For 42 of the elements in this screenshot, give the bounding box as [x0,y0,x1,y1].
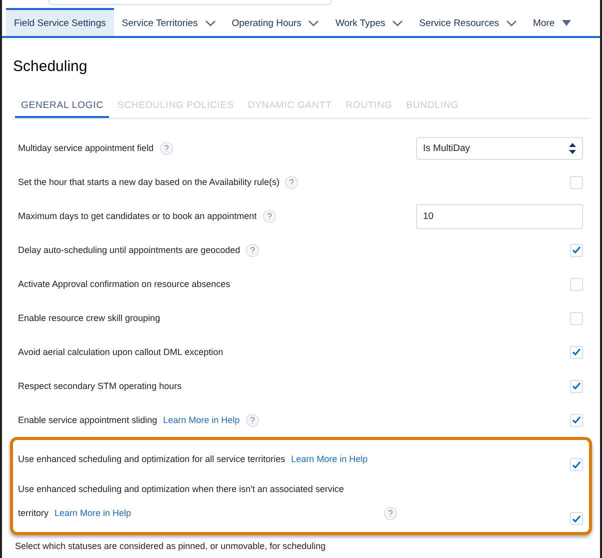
checkbox[interactable] [570,346,583,358]
setting-label: Maximum days to get candidates or to book an appointment [18,211,257,221]
setting-label: Enable resource crew skill grouping [18,313,160,323]
checkbox[interactable] [570,278,583,290]
help-icon[interactable] [262,210,276,222]
pinned-statuses-text: Select which statuses are considered as pinned, or unmovable, for scheduling [14,541,327,551]
checkbox[interactable] [570,380,583,392]
checkbox[interactable] [570,458,583,471]
section-tab[interactable]: GENERAL LOGIC [15,94,110,118]
setting-label: Set the hour that starts a new day based on the Availability rule(s) [18,177,280,187]
sort-arrows-icon [569,142,576,154]
help-icon[interactable] [246,414,259,426]
setting-label: Enable service appointment sliding [18,415,158,425]
search-field[interactable] [48,0,332,5]
nav-tab[interactable]: Service Resources [411,8,525,36]
max-days-field[interactable]: 10 [416,204,583,228]
nav-tab[interactable]: Operating Hours [224,8,328,36]
checkbox[interactable] [570,512,583,525]
help-icon[interactable] [246,244,260,256]
nav-tab[interactable]: Service Territories [114,8,224,36]
page-title: Scheduling [13,58,88,77]
setting-label: Activate Approval confirmation on resource absences [18,279,230,289]
checkbox[interactable] [570,312,583,324]
nav-tab[interactable]: More [524,8,579,36]
setting-label: Multiday service appointment field [18,143,154,153]
help-icon[interactable] [384,507,397,520]
setting-label: Delay auto-scheduling until appointments are geocoded [18,245,240,255]
setting-label: Use enhanced scheduling and optimization for all service territories Learn More in Help [18,453,368,466]
multiday-select[interactable]: Is MultiDay [416,136,583,160]
setting-label: Use enhanced scheduling and optimization when there isn't an associated service territory Learn More in Help [18,483,345,520]
help-link[interactable]: Learn More in Help [291,454,368,464]
help-link[interactable]: Learn More in Help [163,415,240,425]
help-icon[interactable] [285,176,298,188]
nav-tab[interactable]: Work Types [327,8,412,36]
help-link[interactable]: Learn More in Help [54,508,132,518]
nav-tab[interactable]: Field Service Settings [6,8,114,36]
checkbox[interactable] [570,414,583,426]
setting-label: Respect secondary STM operating hours [18,381,182,391]
help-icon[interactable] [160,142,173,154]
checkbox[interactable] [570,244,583,256]
checkbox[interactable] [570,176,583,188]
setting-label: Avoid aerial calculation upon callout DML exception [18,347,224,357]
